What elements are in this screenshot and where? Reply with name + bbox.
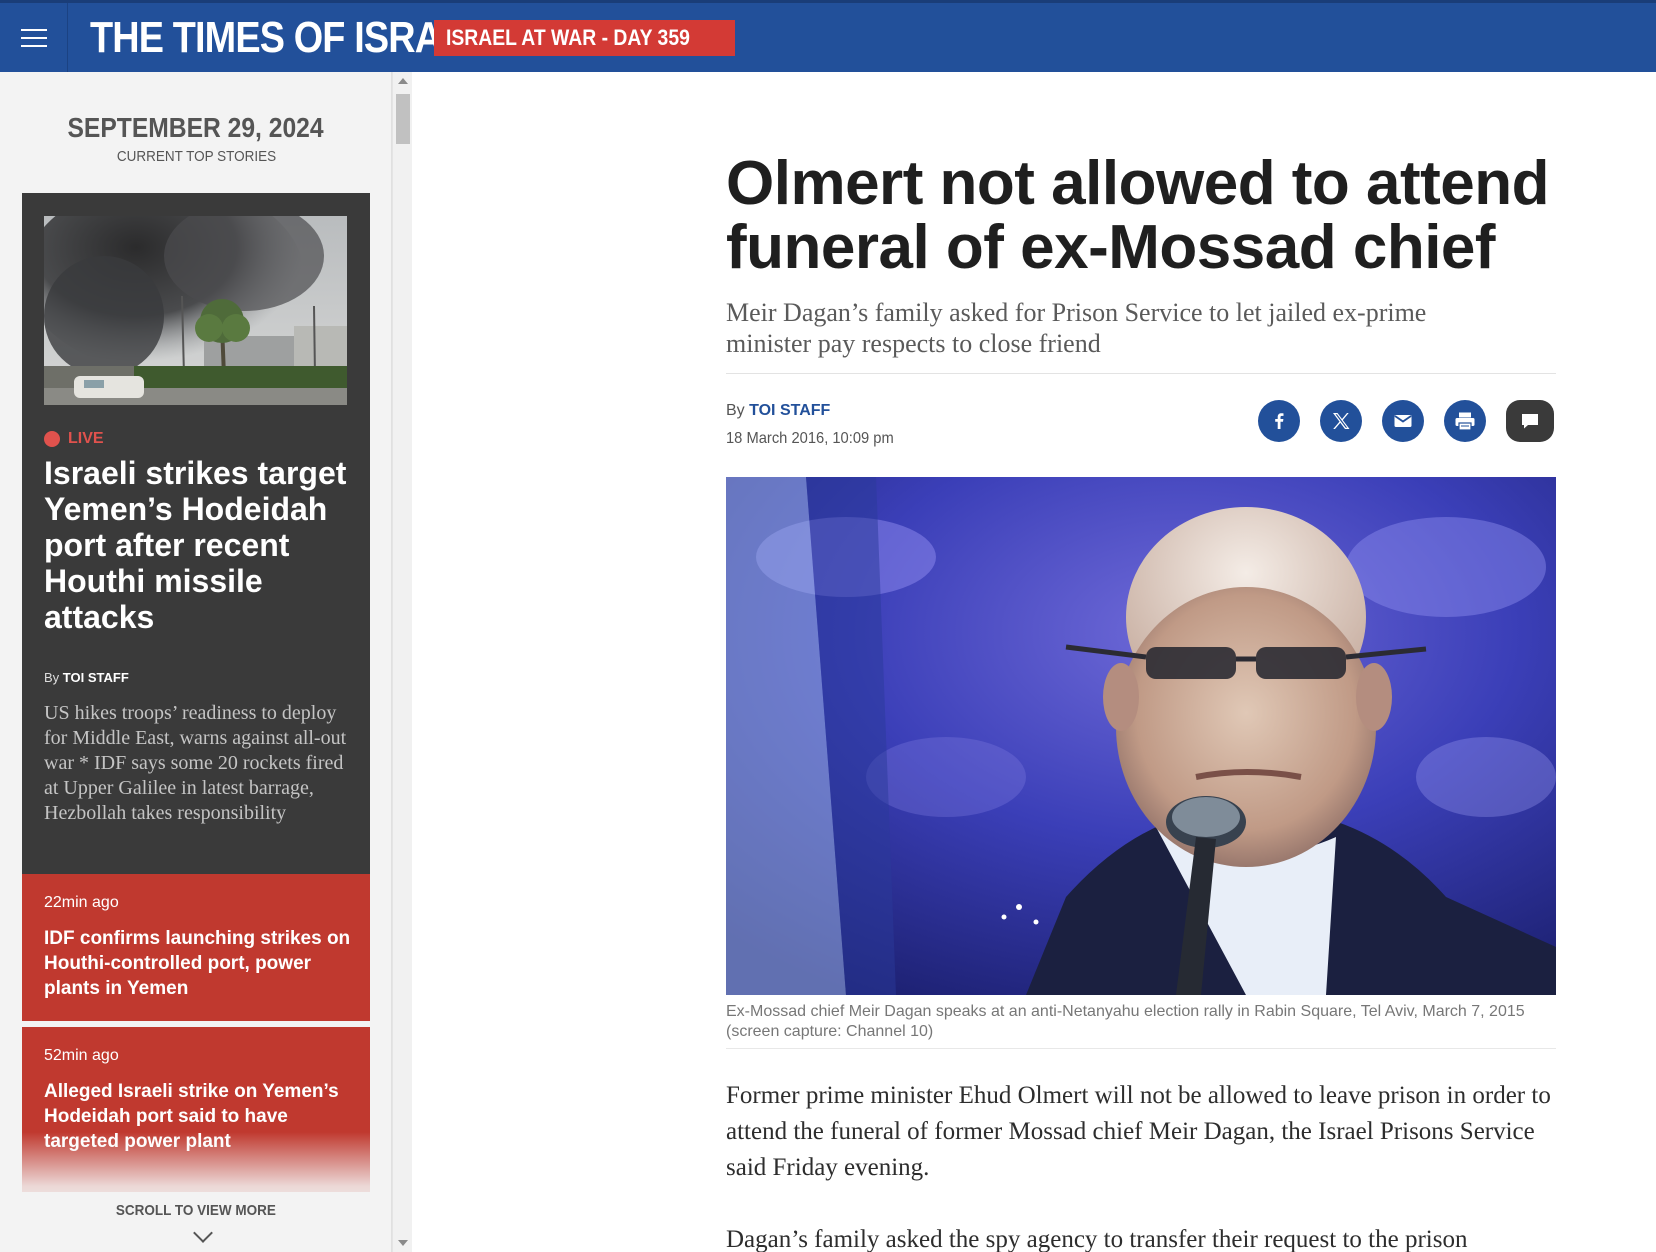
sidebar-subtitle-text: CURRENT TOP STORIES <box>116 148 276 165</box>
scroll-up-arrow-icon[interactable] <box>398 78 408 84</box>
smoke-over-port-photo <box>44 216 347 405</box>
share-facebook-button[interactable] <box>1258 400 1300 442</box>
byline-prefix: By <box>726 402 745 419</box>
x-icon <box>1333 413 1350 429</box>
byline-prefix: By <box>44 670 60 685</box>
menu-icon[interactable] <box>0 3 68 72</box>
live-story-byline: By TOI STAFF <box>44 670 129 685</box>
sidebar-date: SEPTEMBER 29, 2024 <box>0 112 391 144</box>
live-story-image[interactable] <box>44 216 347 405</box>
update-time: 52min ago <box>44 1047 119 1064</box>
update-title[interactable]: IDF confirms launching strikes on Houthi… <box>44 926 356 1001</box>
divider <box>726 373 1556 374</box>
live-tag: LIVE <box>44 430 104 448</box>
article-date: 18 March 2016, 10:09 pm <box>726 430 908 448</box>
live-story-card[interactable]: LIVE Israeli strikes target Yemen’s Hode… <box>22 193 370 874</box>
article-date-text: 18 March 2016, 10:09 pm <box>726 430 894 447</box>
live-dot-icon <box>44 431 60 447</box>
war-day-badge-label: ISRAEL AT WAR - DAY 359 <box>446 25 690 50</box>
print-icon <box>1455 412 1475 431</box>
live-update-item[interactable]: 22min ago IDF confirms launching strikes… <box>22 874 370 1021</box>
image-caption: Ex-Mossad chief Meir Dagan speaks at an … <box>726 1003 1525 1040</box>
sidebar-subtitle: CURRENT TOP STORIES <box>0 148 391 165</box>
article-headline: Olmert not allowed to attend funeral of … <box>726 149 1550 282</box>
war-day-badge[interactable]: ISRAEL AT WAR - DAY 359 <box>434 20 736 56</box>
sidebar-date-text: SEPTEMBER 29, 2024 <box>67 112 325 143</box>
article-subhead: Meir Dagan’s family asked for Prison Ser… <box>726 298 1427 358</box>
share-email-button[interactable] <box>1382 400 1424 442</box>
share-x-button[interactable] <box>1320 400 1362 442</box>
live-story-author[interactable]: TOI STAFF <box>63 670 129 685</box>
email-icon <box>1394 415 1412 427</box>
scroll-more-label: SCROLL TO VIEW MORE <box>115 1202 277 1219</box>
live-story-title[interactable]: Israeli strikes target Yemen’s Hodeidah … <box>44 455 362 635</box>
top-header: THE TIMES OF ISRAEL ISRAEL AT WAR - DAY … <box>0 0 1656 72</box>
top-stories-sidebar: SEPTEMBER 29, 2024 CURRENT TOP STORIES L… <box>0 72 392 1252</box>
article-hero-image[interactable] <box>726 477 1556 995</box>
facebook-icon <box>1275 413 1284 429</box>
scroll-down-arrow-icon[interactable] <box>398 1240 408 1246</box>
comments-button[interactable] <box>1506 400 1554 442</box>
live-story-description: US hikes troops’ readiness to deploy for… <box>44 702 347 824</box>
comment-icon <box>1522 414 1538 429</box>
scroll-to-view-more[interactable]: SCROLL TO VIEW MORE <box>0 1202 391 1219</box>
article-byline: By TOI STAFF <box>726 402 830 420</box>
divider <box>726 1048 1556 1049</box>
print-button[interactable] <box>1444 400 1486 442</box>
article-author[interactable]: TOI STAFF <box>749 402 830 419</box>
article-paragraph: Former prime minister Ehud Olmert will n… <box>726 1082 1551 1181</box>
article-paragraph: Dagan’s family asked the spy agency to t… <box>726 1226 1468 1252</box>
scrollbar-thumb[interactable] <box>396 94 410 144</box>
meir-dagan-photo <box>726 477 1556 995</box>
live-tag-label: LIVE <box>68 430 104 447</box>
site-logo[interactable]: THE TIMES OF ISRAEL <box>90 13 489 63</box>
sidebar-scrollbar[interactable] <box>392 72 412 1252</box>
update-time: 22min ago <box>44 894 119 911</box>
